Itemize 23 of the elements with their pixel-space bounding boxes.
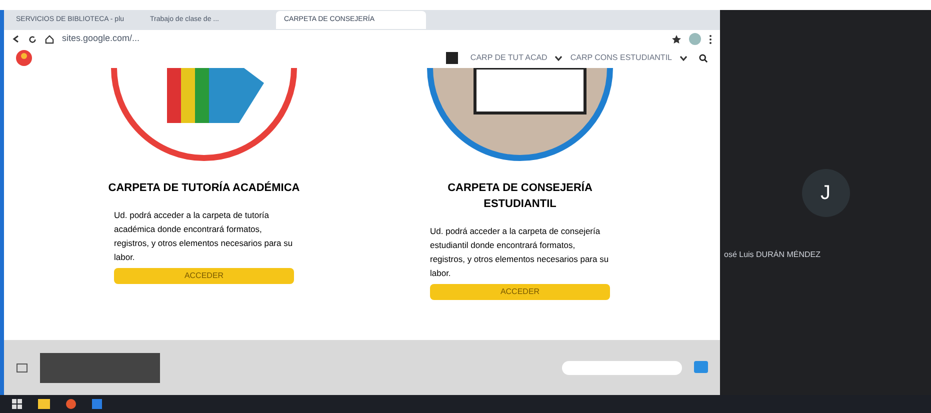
home-icon[interactable] bbox=[45, 34, 54, 44]
chevron-down-icon[interactable] bbox=[680, 56, 687, 60]
participant-name: osé Luis DURÁN MÉNDEZ bbox=[723, 248, 822, 260]
nav-link[interactable]: CARP CONS ESTUDIANTIL bbox=[570, 52, 672, 64]
card-description: Ud. podrá acceder a la carpeta de consejería estudiantil donde encontrará formatos, registros, y otros elementos necesarios para su labor. bbox=[430, 225, 610, 280]
access-button[interactable]: ACCEDER bbox=[430, 284, 610, 300]
browser-icon[interactable] bbox=[66, 399, 76, 409]
search-icon[interactable] bbox=[699, 54, 708, 62]
square-icon bbox=[446, 52, 458, 64]
chevron-down-icon[interactable] bbox=[555, 56, 562, 60]
windows-icon[interactable] bbox=[12, 399, 22, 409]
site-logo-icon[interactable] bbox=[16, 50, 32, 66]
star-icon[interactable] bbox=[672, 34, 681, 44]
slides-icon[interactable] bbox=[16, 362, 28, 374]
nav-link[interactable]: CARP DE TUT ACAD bbox=[470, 52, 548, 64]
card-title: CARPETA DE TUTORÍA ACADÉMICA bbox=[107, 180, 301, 196]
card-description: Ud. podrá acceder a la carpeta de tutoría académica donde encontrará formatos, registros, y otros elementos necesarios para su labor. bbox=[114, 209, 294, 264]
avatar-initial: J bbox=[802, 168, 850, 216]
menu-icon[interactable] bbox=[709, 34, 712, 44]
card-title: CARPETA DE CONSEJERÍA ESTUDIANTIL bbox=[446, 180, 594, 212]
access-button[interactable]: ACCEDER bbox=[114, 268, 294, 284]
reload-icon[interactable] bbox=[28, 34, 37, 44]
back-icon[interactable] bbox=[12, 35, 20, 43]
